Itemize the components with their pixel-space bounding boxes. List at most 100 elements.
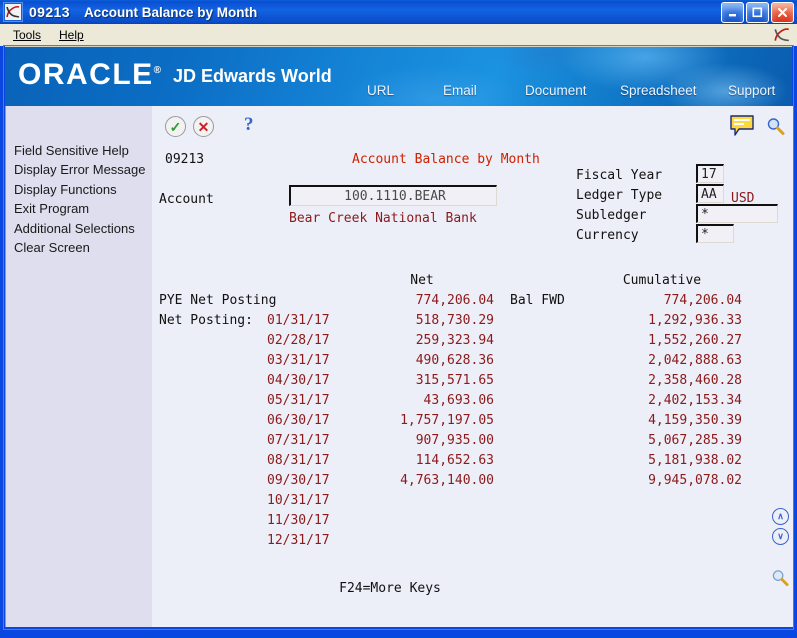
column-header-net: Net — [410, 273, 434, 288]
sidebar-item-field-sensitive-help[interactable]: Field Sensitive Help — [6, 141, 152, 160]
table-row[interactable]: 10/31/17 — [152, 493, 793, 513]
table-row[interactable]: 06/30/17 1,757,197.05 4,159,350.39 — [152, 413, 793, 433]
banner-link-support[interactable]: Support — [728, 83, 775, 98]
search-icon[interactable] — [766, 117, 785, 136]
net-posting-label: Net Posting: — [159, 313, 253, 328]
row-cumulative: 9,945,078.02 — [648, 473, 742, 488]
row-date: 01/31/17 — [267, 313, 330, 328]
fiscal-year-value: 17 — [701, 167, 717, 182]
page-up-button[interactable]: ∧ — [772, 508, 789, 525]
menu-tools-label: Tools — [13, 28, 42, 42]
table-row[interactable]: 03/31/17 490,628.36 2,042,888.63 — [152, 353, 793, 373]
banner-link-spreadsheet[interactable]: Spreadsheet — [620, 83, 697, 98]
note-icon[interactable] — [730, 115, 755, 136]
registered-mark-icon: ® — [153, 65, 163, 76]
ledger-type-input[interactable]: AA — [696, 184, 724, 203]
ledger-type-value: AA — [701, 187, 717, 202]
banner-link-email[interactable]: Email — [443, 83, 477, 98]
table-row[interactable]: 09/30/17 4,763,140.00 9,945,078.02 — [152, 473, 793, 493]
table-row[interactable]: 11/30/17 — [152, 513, 793, 533]
row-date: 12/31/17 — [267, 533, 330, 548]
window-title: Account Balance by Month — [83, 4, 258, 20]
row-net: 4,763,140.00 — [400, 473, 494, 488]
minimize-button[interactable] — [721, 2, 744, 23]
row-cumulative: 5,181,938.02 — [648, 453, 742, 468]
title-bar: 09213 Account Balance by Month — [0, 0, 797, 24]
row-net: 315,571.65 — [415, 373, 494, 388]
row-date: 09/30/17 — [267, 473, 330, 488]
banner-link-url[interactable]: URL — [367, 83, 394, 98]
row-cumulative: 2,358,460.28 — [648, 373, 742, 388]
row-net: 1,757,197.05 — [400, 413, 494, 428]
banner-link-document[interactable]: Document — [525, 83, 587, 98]
accept-icon[interactable]: ✓ — [165, 116, 186, 137]
row-date: 10/31/17 — [267, 493, 330, 508]
pye-net-value: 774,206.04 — [415, 293, 494, 308]
table-row[interactable]: 05/31/17 43,693.06 2,402,153.34 — [152, 393, 793, 413]
row-date: 07/31/17 — [267, 433, 330, 448]
row-cumulative: 4,159,350.39 — [648, 413, 742, 428]
table-row[interactable]: 02/28/17 259,323.94 1,552,260.27 — [152, 333, 793, 353]
row-net: 259,323.94 — [415, 333, 494, 348]
row-net: 490,628.36 — [415, 353, 494, 368]
menu-item-tools[interactable]: Tools — [8, 27, 46, 43]
help-icon[interactable]: ? — [244, 114, 254, 136]
pye-label: PYE Net Posting — [159, 293, 277, 308]
function-keys-bar: F24=More Keys — [152, 579, 793, 597]
fiscal-year-input[interactable]: 17 — [696, 164, 724, 183]
window-menu-icon[interactable] — [3, 2, 23, 22]
row-net: 114,652.63 — [415, 453, 494, 468]
table-row[interactable]: 08/31/17 114,652.63 5,181,938.02 — [152, 453, 793, 473]
sidebar-item-additional-selections[interactable]: Additional Selections — [6, 219, 152, 238]
sidebar-list: Field Sensitive Help Display Error Messa… — [6, 141, 152, 257]
table-row[interactable]: 04/30/17 315,571.65 2,358,460.28 — [152, 373, 793, 393]
row-date: 05/31/17 — [267, 393, 330, 408]
oracle-logo: ORACLE® — [18, 58, 163, 92]
row-date: 03/31/17 — [267, 353, 330, 368]
window-bottom-edge — [0, 632, 797, 638]
oracle-wordmark: ORACLE — [18, 58, 154, 91]
row-date: 02/28/17 — [267, 333, 330, 348]
close-button[interactable] — [771, 2, 794, 23]
jde-glyph-icon — [5, 4, 21, 20]
sidebar-item-exit-program[interactable]: Exit Program — [6, 199, 152, 218]
sidebar-item-clear-screen[interactable]: Clear Screen — [6, 238, 152, 257]
sidebar-item-display-functions[interactable]: Display Functions — [6, 180, 152, 199]
function-keys-label: F24=More Keys — [339, 581, 441, 596]
function-sidebar: Field Sensitive Help Display Error Messa… — [6, 106, 152, 627]
table-row-pye: PYE Net Posting 774,206.04 Bal FWD 774,2… — [152, 293, 793, 313]
menu-item-help[interactable]: Help — [54, 27, 89, 43]
currency-input[interactable]: * — [696, 224, 734, 243]
window-program-id: 09213 — [29, 4, 70, 20]
row-cumulative: 2,042,888.63 — [648, 353, 742, 368]
sidebar-item-display-error-message[interactable]: Display Error Message — [6, 160, 152, 179]
table-row[interactable]: Net Posting: 01/31/17 518,730.29 1,292,9… — [152, 313, 793, 333]
pye-cumulative-value: 774,206.04 — [663, 293, 742, 308]
maximize-button[interactable] — [746, 2, 769, 23]
form-title: Account Balance by Month — [352, 152, 540, 167]
jde-logo-icon — [773, 26, 791, 44]
cancel-icon[interactable]: ✕ — [193, 116, 214, 137]
menu-help-label: Help — [59, 28, 84, 42]
form-program-id: 09213 — [165, 152, 205, 167]
account-description: Bear Creek National Bank — [289, 211, 477, 226]
row-net: 43,693.06 — [423, 393, 494, 408]
bal-fwd-label: Bal FWD — [510, 293, 565, 308]
account-input[interactable]: 100.1110.BEAR — [289, 185, 497, 206]
form-toolbar: ✓ ✕ ? — [152, 112, 793, 140]
application-window: 09213 Account Balance by Month Tools Hel… — [0, 0, 797, 638]
row-cumulative: 1,552,260.27 — [648, 333, 742, 348]
row-date: 11/30/17 — [267, 513, 330, 528]
table-row[interactable]: 12/31/17 — [152, 533, 793, 553]
find-button[interactable] — [771, 569, 789, 587]
menu-bar: Tools Help — [0, 24, 797, 47]
page-down-button[interactable]: ∨ — [772, 528, 789, 545]
row-cumulative: 1,292,936.33 — [648, 313, 742, 328]
subledger-input[interactable]: * — [696, 204, 778, 223]
table-row[interactable]: 07/31/17 907,935.00 5,067,285.39 — [152, 433, 793, 453]
column-header-cumulative: Cumulative — [622, 273, 702, 288]
subledger-value: * — [701, 207, 709, 222]
chevron-up-icon: ∧ — [772, 508, 789, 525]
ledger-type-label: Ledger Type — [576, 188, 663, 203]
currency-value: * — [701, 227, 709, 242]
